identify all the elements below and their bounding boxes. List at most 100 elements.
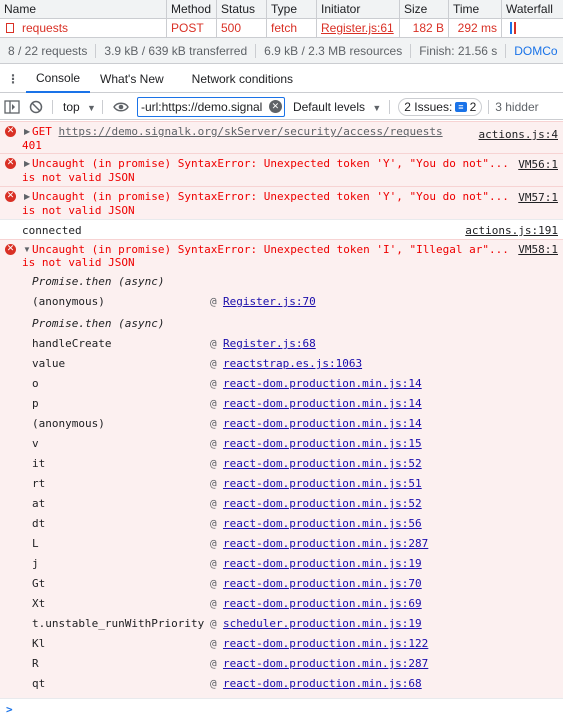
stack-source-link[interactable]: react-dom.production.min.js:122	[223, 637, 428, 650]
live-expression-eye-icon[interactable]	[109, 95, 133, 119]
stack-at-symbol: @	[210, 437, 217, 450]
expand-triangle-icon[interactable]: ▶	[24, 159, 30, 168]
stack-function: v	[32, 437, 39, 450]
column-initiator-header[interactable]: Initiator	[316, 0, 399, 18]
issue-message-icon: ≡	[455, 101, 467, 112]
stack-source-link[interactable]: reactstrap.es.js:1063	[223, 357, 362, 370]
message-source-link[interactable]: VM57:1	[518, 191, 558, 204]
tab-network-conditions[interactable]: Network conditions	[182, 65, 303, 93]
console-prompt[interactable]: >	[0, 698, 563, 728]
stack-source-link[interactable]: react-dom.production.min.js:68	[223, 677, 422, 690]
request-initiator-link[interactable]: Register.js:61	[321, 21, 394, 35]
stack-source-link[interactable]: react-dom.production.min.js:70	[223, 577, 422, 590]
stack-source-link[interactable]: react-dom.production.min.js:287	[223, 657, 428, 670]
context-selector[interactable]: top ▼	[63, 100, 96, 114]
stack-at-symbol: @	[210, 637, 217, 650]
request-status: 500	[216, 19, 266, 37]
stack-source-link[interactable]: react-dom.production.min.js:15	[223, 437, 422, 450]
stack-frame: value @ reactstrap.es.js:1063	[0, 357, 563, 377]
issues-button[interactable]: 2 Issues: ≡ 2	[398, 97, 483, 116]
stack-source-link[interactable]: react-dom.production.min.js:14	[223, 417, 422, 430]
tab-whats-new[interactable]: What's New	[90, 65, 174, 93]
message-source-link[interactable]: actions.js:191	[465, 224, 558, 237]
drawer-menu-icon[interactable]: ⋮	[0, 65, 26, 93]
stack-frame: (anonymous) @ Register.js:70	[0, 295, 563, 315]
stack-at-symbol: @	[210, 457, 217, 470]
network-table-header: Name Method Status Type Initiator Size T…	[0, 0, 563, 19]
column-time-header[interactable]: Time	[448, 0, 501, 18]
request-doc-icon	[6, 23, 14, 33]
stack-at-symbol: @	[210, 537, 217, 550]
log-levels-value: Default levels	[292, 99, 365, 114]
summary-domcontentloaded: DOMCo	[514, 43, 558, 58]
message-source-link[interactable]: VM56:1	[518, 158, 558, 171]
error-message-continuation: is not valid JSON	[22, 204, 135, 217]
network-request-row[interactable]: requests POST 500 fetch Register.js:61 1…	[0, 19, 563, 38]
network-summary-bar: 8 / 22 requests 3.9 kB / 639 kB transfer…	[0, 38, 563, 64]
error-message-continuation: is not valid JSON	[22, 171, 135, 184]
stack-source-link[interactable]: react-dom.production.min.js:14	[223, 377, 422, 390]
stack-source-link[interactable]: react-dom.production.min.js:51	[223, 477, 422, 490]
prompt-chevron-icon: >	[6, 703, 13, 716]
stack-at-symbol: @	[210, 337, 217, 350]
request-url-link[interactable]: https://demo.signalk.org/skServer/securi…	[59, 125, 443, 138]
stack-source-link[interactable]: scheduler.production.min.js:19	[223, 617, 422, 630]
stack-at-symbol: @	[210, 597, 217, 610]
hidden-messages-count: 3 hidder	[495, 99, 539, 114]
console-message-syntax-error: ✕ ▶ Uncaught (in promise) SyntaxError: U…	[0, 186, 563, 219]
summary-finish: Finish: 21.56 s	[419, 43, 498, 58]
column-waterfall-header[interactable]: Waterfall	[501, 0, 563, 18]
request-time: 292 ms	[448, 19, 501, 37]
stack-frame: L @ react-dom.production.min.js:287	[0, 537, 563, 557]
stack-source-link[interactable]: react-dom.production.min.js:14	[223, 397, 422, 410]
error-icon: ✕	[5, 191, 16, 202]
stack-function: Gt	[32, 577, 46, 590]
error-icon: ✕	[5, 126, 16, 137]
stack-function: handleCreate	[32, 337, 112, 350]
error-message-text: Uncaught (in promise) SyntaxError: Unexp…	[32, 190, 509, 203]
stack-source-link[interactable]: react-dom.production.min.js:19	[223, 557, 422, 570]
message-source-link[interactable]: actions.js:4	[479, 128, 558, 141]
error-icon: ✕	[5, 244, 16, 255]
context-selector-value: top	[63, 99, 80, 114]
stack-source-link[interactable]: react-dom.production.min.js:52	[223, 497, 422, 510]
stack-function: qt	[32, 677, 46, 690]
stack-at-symbol: @	[210, 557, 217, 570]
tab-console[interactable]: Console	[26, 65, 91, 93]
column-method-header[interactable]: Method	[166, 0, 216, 18]
clear-console-icon[interactable]	[24, 95, 48, 119]
stack-frame: handleCreate @ Register.js:68	[0, 337, 563, 357]
chevron-down-icon: ▼	[372, 102, 382, 113]
message-source-link[interactable]: VM58:1	[518, 243, 558, 256]
column-type-header[interactable]: Type	[266, 0, 316, 18]
clear-filter-icon[interactable]: ✕	[268, 100, 282, 113]
sidebar-toggle-icon[interactable]	[0, 95, 24, 119]
stack-frame: t.unstable_runWithPriority @ scheduler.pro…	[0, 617, 563, 637]
stack-at-symbol: @	[210, 497, 217, 510]
stack-function: it	[32, 457, 46, 470]
collapse-triangle-icon[interactable]: ▼	[23, 245, 31, 254]
async-boundary: Promise.then (async)	[32, 317, 165, 330]
column-size-header[interactable]: Size	[399, 0, 448, 18]
stack-source-link[interactable]: react-dom.production.min.js:69	[223, 597, 422, 610]
stack-frame: it @ react-dom.production.min.js:52	[0, 457, 563, 477]
console-filter-input[interactable]: -url:https://demo.signal ✕	[136, 96, 285, 117]
request-waterfall-bar	[501, 19, 563, 37]
stack-frame: j @ react-dom.production.min.js:19	[0, 557, 563, 577]
column-status-header[interactable]: Status	[216, 0, 266, 18]
stack-function: t.unstable_runWithPriority	[32, 617, 205, 630]
error-message-text: Uncaught (in promise) SyntaxError: Unexp…	[32, 243, 509, 256]
expand-triangle-icon[interactable]: ▶	[24, 192, 30, 201]
stack-frame: rt @ react-dom.production.min.js:51	[0, 477, 563, 497]
stack-source-link[interactable]: react-dom.production.min.js:52	[223, 457, 422, 470]
stack-source-link[interactable]: Register.js:68	[223, 337, 316, 350]
stack-source-link[interactable]: react-dom.production.min.js:56	[223, 517, 422, 530]
stack-frame: dt @ react-dom.production.min.js:56	[0, 517, 563, 537]
expand-triangle-icon[interactable]: ▶	[24, 127, 30, 136]
stack-frame: (anonymous) @ react-dom.production.min.js:…	[0, 417, 563, 437]
column-name-header[interactable]: Name	[0, 0, 166, 18]
stack-source-link[interactable]: react-dom.production.min.js:287	[223, 537, 428, 550]
stack-source-link[interactable]: Register.js:70	[223, 295, 316, 308]
log-levels-dropdown[interactable]: Default levels ▼	[293, 100, 381, 114]
stack-at-symbol: @	[210, 357, 217, 370]
